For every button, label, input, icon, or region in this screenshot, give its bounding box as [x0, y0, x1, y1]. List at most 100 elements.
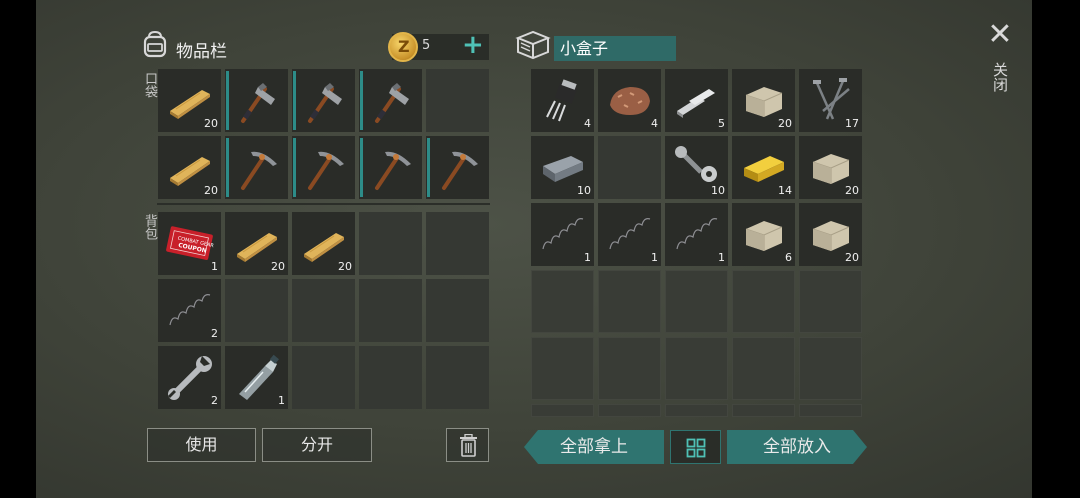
scrap-metal-icon	[677, 89, 715, 118]
inventory-screen: 物品栏 Z 5 + 小盒子 ✕ 关闭 口袋 背包 20 20 COMBAT GEA…	[0, 0, 1080, 498]
slot-spring[interactable]: 1	[665, 203, 728, 266]
slot-plastic-bottle[interactable]: 1	[225, 346, 288, 409]
trash-button[interactable]	[446, 428, 489, 462]
slot-iron-ore[interactable]: 4	[598, 69, 661, 132]
close-button[interactable]: ✕	[986, 20, 1014, 50]
slot-stone[interactable]: 20	[799, 203, 862, 266]
empty-slot[interactable]	[665, 270, 728, 333]
stone-icon	[745, 221, 783, 251]
slot-transistor[interactable]: 4	[531, 69, 594, 132]
backpack-label: 背包	[142, 214, 157, 240]
add-coins-button[interactable]: +	[462, 30, 484, 60]
empty-slot[interactable]	[732, 337, 795, 400]
pickaxe-icon	[241, 151, 277, 190]
slot-pickaxe[interactable]	[225, 136, 288, 199]
pocket-label: 口袋	[142, 72, 157, 98]
slot-wood-plank[interactable]: 20	[158, 69, 221, 132]
slot-wood-plank[interactable]: 20	[225, 212, 288, 275]
item-quantity: 1	[651, 251, 658, 264]
empty-slot[interactable]	[598, 136, 661, 199]
slot-pickaxe[interactable]	[426, 136, 489, 199]
empty-slot[interactable]	[732, 404, 795, 417]
take-all-button[interactable]: 全部拿上	[524, 430, 664, 464]
use-button[interactable]: 使用	[147, 428, 256, 462]
pickaxe-icon	[375, 151, 411, 190]
empty-slot[interactable]	[426, 346, 489, 409]
durability-bar	[293, 138, 296, 197]
empty-slot[interactable]	[426, 279, 489, 342]
pickaxe-icon	[442, 151, 478, 190]
empty-slot[interactable]	[426, 212, 489, 275]
item-quantity: 20	[271, 260, 285, 273]
slot-hatchet[interactable]	[359, 69, 422, 132]
empty-slot[interactable]	[359, 279, 422, 342]
item-quantity: 5	[718, 117, 725, 130]
slot-metal-ingot[interactable]: 10	[531, 136, 594, 199]
empty-slot[interactable]	[799, 404, 862, 417]
empty-slot[interactable]	[598, 270, 661, 333]
durability-bar	[360, 138, 363, 197]
sort-button[interactable]	[670, 430, 721, 464]
item-quantity: 1	[211, 260, 218, 273]
plastic-bottle-icon	[239, 354, 279, 400]
split-button[interactable]: 分开	[262, 428, 372, 462]
empty-slot[interactable]	[426, 69, 489, 132]
coin-glyph: Z	[398, 37, 410, 56]
put-all-button[interactable]: 全部放入	[727, 430, 867, 464]
slot-spring[interactable]: 2	[158, 279, 221, 342]
slot-stone[interactable]: 20	[799, 136, 862, 199]
item-quantity: 1	[718, 251, 725, 264]
grid-icon	[686, 438, 706, 458]
item-quantity: 10	[711, 184, 725, 197]
slot-scrap-metal[interactable]: 5	[665, 69, 728, 132]
slot-hatchet[interactable]	[225, 69, 288, 132]
slot-wood-plank[interactable]: 20	[292, 212, 355, 275]
slot-spring[interactable]: 1	[531, 203, 594, 266]
hatchet-icon	[308, 83, 342, 123]
slot-pickaxe[interactable]	[359, 136, 422, 199]
coin-count: 5	[422, 38, 431, 53]
slot-nails[interactable]: 17	[799, 69, 862, 132]
left-letterbox	[0, 0, 36, 498]
wrench-icon	[168, 356, 212, 400]
empty-slot[interactable]	[531, 337, 594, 400]
slot-spring[interactable]: 1	[598, 203, 661, 266]
item-quantity: 20	[204, 117, 218, 130]
empty-slot[interactable]	[531, 270, 594, 333]
slot-hatchet[interactable]	[292, 69, 355, 132]
slot-bolt-nut[interactable]: 10	[665, 136, 728, 199]
empty-slot[interactable]	[359, 212, 422, 275]
empty-slot[interactable]	[598, 404, 661, 417]
empty-slot[interactable]	[292, 346, 355, 409]
empty-slot[interactable]	[359, 346, 422, 409]
slot-stone[interactable]: 6	[732, 203, 795, 266]
item-quantity: 6	[785, 251, 792, 264]
slot-pickaxe[interactable]	[292, 136, 355, 199]
empty-slot[interactable]	[598, 337, 661, 400]
item-quantity: 4	[651, 117, 658, 130]
item-quantity: 4	[584, 117, 591, 130]
right-letterbox	[1032, 0, 1080, 498]
slot-stone[interactable]: 20	[732, 69, 795, 132]
coin-icon: Z	[388, 32, 418, 62]
hatchet-icon	[241, 83, 275, 123]
inventory-title: 物品栏	[176, 42, 227, 62]
slot-gold-bar[interactable]: 14	[732, 136, 795, 199]
item-quantity: 14	[778, 184, 792, 197]
slot-wrench[interactable]: 2	[158, 346, 221, 409]
empty-slot[interactable]	[665, 337, 728, 400]
hatchet-icon	[375, 83, 409, 123]
empty-slot[interactable]	[799, 337, 862, 400]
slot-combat-coupon[interactable]: COMBAT GEAR COUPON 1	[158, 212, 221, 275]
empty-slot[interactable]	[665, 404, 728, 417]
empty-slot[interactable]	[225, 279, 288, 342]
spring-icon	[608, 217, 651, 250]
empty-slot[interactable]	[799, 270, 862, 333]
empty-slot[interactable]	[531, 404, 594, 417]
transistor-icon	[546, 79, 578, 122]
empty-slot[interactable]	[292, 279, 355, 342]
close-label: 关闭	[991, 62, 1009, 92]
durability-bar	[226, 71, 229, 130]
empty-slot[interactable]	[732, 270, 795, 333]
slot-wood-plank[interactable]: 20	[158, 136, 221, 199]
